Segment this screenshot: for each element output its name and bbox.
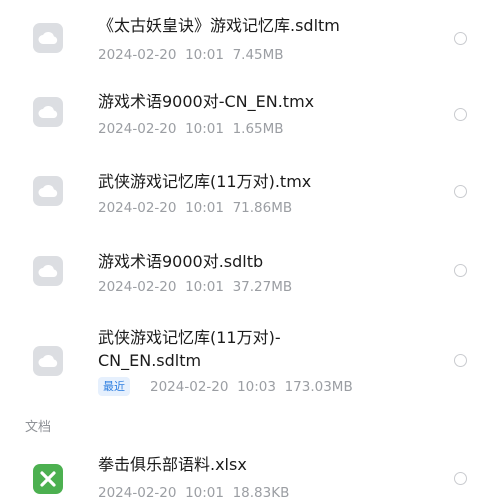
- file-name: 拳击俱乐部语料.xlsx: [98, 455, 247, 474]
- file-name: 武侠游戏记忆库(11万对)-CN_EN.sdltm: [98, 328, 281, 370]
- file-meta: 2024-02-20 10:01 71.86MB: [98, 199, 292, 217]
- file-row[interactable]: 武侠游戏记忆库(11万对).tmx 2024-02-20 10:01 71.86…: [0, 158, 500, 230]
- recent-badge: 最近: [98, 377, 130, 396]
- file-size: 1.65MB: [232, 121, 284, 137]
- file-size: 7.45MB: [232, 47, 284, 63]
- file-time: 10:01: [185, 121, 224, 137]
- file-name: 《太古妖皇诀》游戏记忆库.sdltm: [98, 16, 340, 35]
- file-meta: 2024-02-20 10:01 18.83KB: [98, 484, 289, 500]
- file-date: 2024-02-20: [150, 379, 229, 395]
- file-name: 游戏术语9000对.sdltb: [98, 252, 264, 271]
- file-time: 10:01: [185, 200, 224, 216]
- file-row[interactable]: 游戏术语9000对.sdltb 2024-02-20 10:01 37.27MB: [0, 238, 500, 310]
- select-radio[interactable]: [454, 354, 467, 367]
- file-list: 《太古妖皇诀》游戏记忆库.sdltm 2024-02-20 10:01 7.45…: [0, 0, 500, 500]
- section-header-documents: 文档: [25, 420, 52, 435]
- file-row[interactable]: 游戏术语9000对-CN_EN.tmx 2024-02-20 10:01 1.6…: [0, 80, 500, 152]
- file-size: 173.03MB: [284, 379, 353, 395]
- file-date: 2024-02-20: [98, 47, 177, 63]
- file-meta: 2024-02-20 10:01 37.27MB: [98, 278, 292, 296]
- file-date: 2024-02-20: [98, 485, 177, 500]
- file-date: 2024-02-20: [98, 200, 177, 216]
- file-meta: 2024-02-20 10:01 1.65MB: [98, 120, 284, 138]
- file-date: 2024-02-20: [98, 279, 177, 295]
- file-meta: 2024-02-20 10:01 7.45MB: [98, 46, 284, 64]
- excel-file-icon: [33, 464, 63, 494]
- file-row[interactable]: 拳击俱乐部语料.xlsx 2024-02-20 10:01 18.83KB: [0, 446, 500, 500]
- file-time: 10:01: [185, 485, 224, 500]
- file-row[interactable]: 武侠游戏记忆库(11万对)-CN_EN.sdltm 最近 2024-02-20 …: [0, 318, 500, 406]
- file-date: 2024-02-20: [98, 121, 177, 137]
- cloud-file-icon: [33, 23, 63, 53]
- select-radio[interactable]: [454, 185, 467, 198]
- cloud-file-icon: [33, 97, 63, 127]
- file-time: 10:01: [185, 47, 224, 63]
- file-meta: 2024-02-20 10:03 173.03MB: [150, 378, 353, 396]
- cloud-file-icon: [33, 176, 63, 206]
- file-row[interactable]: 《太古妖皇诀》游戏记忆库.sdltm 2024-02-20 10:01 7.45…: [0, 0, 500, 72]
- file-size: 37.27MB: [232, 279, 293, 295]
- select-radio[interactable]: [454, 32, 467, 45]
- file-time: 10:03: [237, 379, 276, 395]
- select-radio[interactable]: [454, 472, 467, 485]
- cloud-file-icon: [33, 256, 63, 286]
- file-size: 18.83KB: [232, 485, 290, 500]
- file-time: 10:01: [185, 279, 224, 295]
- file-name: 武侠游戏记忆库(11万对).tmx: [98, 172, 312, 191]
- file-name: 游戏术语9000对-CN_EN.tmx: [98, 92, 315, 111]
- cloud-file-icon: [33, 346, 63, 376]
- file-size: 71.86MB: [232, 200, 293, 216]
- select-radio[interactable]: [454, 264, 467, 277]
- select-radio[interactable]: [454, 108, 467, 121]
